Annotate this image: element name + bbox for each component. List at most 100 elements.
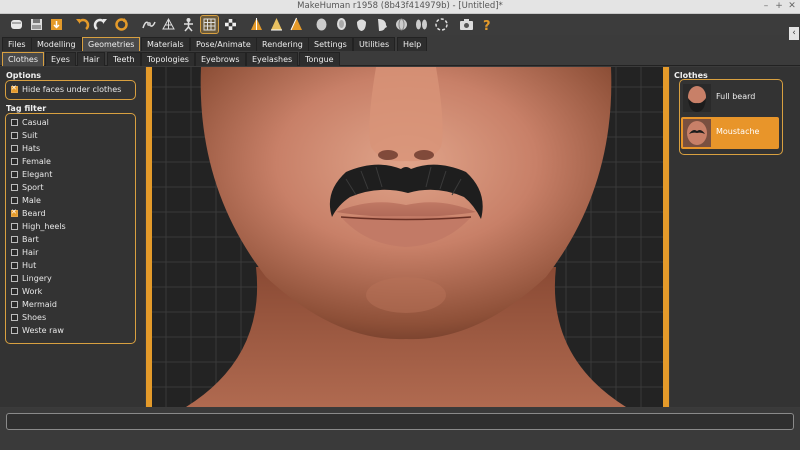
tab-tongue[interactable]: Tongue [299,52,340,66]
window-title: MakeHuman r1958 (8b43f414979b) - [Untitl… [297,1,503,11]
tag-checkbox-female[interactable]: Female [11,156,51,168]
checkbox-icon [11,132,18,139]
full-beard-label: Full beard [716,92,756,101]
grid-icon[interactable] [200,15,219,34]
export-icon[interactable] [48,16,65,33]
tag-checkbox-elegant[interactable]: Elegant [11,169,52,181]
tag-checkbox-hut[interactable]: Hut [11,260,36,272]
scroll-thumb[interactable] [146,71,152,403]
tab-eyebrows[interactable]: Eyebrows [195,52,246,66]
right-panel: Clothes Full beard Moustache [670,67,800,407]
tag-checkbox-lingery[interactable]: Lingery [11,273,52,285]
new-file-icon[interactable] [8,16,25,33]
checkbox-checked-icon [11,207,18,218]
symmetry-icon[interactable] [413,16,430,33]
head-icon[interactable] [333,16,350,33]
reset-camera-icon[interactable] [433,16,450,33]
tag-label: Elegant [22,170,53,179]
scroll-down-arrow[interactable] [146,403,152,407]
maximize-button[interactable]: + [774,1,784,11]
minimize-button[interactable]: – [761,1,771,11]
tag-checkbox-weste-raw[interactable]: Weste raw [11,325,64,337]
left-view-icon[interactable] [288,16,305,33]
tab-rendering[interactable]: Rendering [256,37,309,51]
left-panel: Options Hide faces under clothes Tag fil… [0,67,145,407]
tag-checkbox-bart[interactable]: Bart [11,234,39,246]
tag-label: Lingery [22,274,52,283]
tab-hair[interactable]: Hair [77,52,106,66]
tab-geometries[interactable]: Geometries [82,37,141,51]
3d-viewport[interactable] [146,67,669,407]
checkbox-icon [11,184,18,191]
tab-teeth[interactable]: Teeth [107,52,141,66]
profile-icon[interactable] [373,16,390,33]
reset-icon[interactable] [113,16,130,33]
tag-label: Sport [22,183,44,192]
global-icon[interactable] [393,16,410,33]
tab-materials[interactable]: Materials [141,37,190,51]
makehuman-window: MakeHuman r1958 (8b43f414979b) - [Untitl… [0,0,800,450]
help-icon[interactable]: ? [478,16,495,33]
skin-icon[interactable] [313,16,330,33]
tag-checkbox-work[interactable]: Work [11,286,42,298]
tab-utilities[interactable]: Utilities [353,37,396,51]
hide-faces-label: Hide faces under clothes [22,85,122,94]
wireframe-icon[interactable] [160,16,177,33]
tab-files[interactable]: Files [2,37,32,51]
scroll-down-arrow[interactable] [663,403,669,407]
tab-modelling[interactable]: Modelling [31,37,82,51]
tag-label: Suit [22,131,38,140]
tag-checkbox-high-heels[interactable]: High_heels [11,221,66,233]
checkbox-icon [11,236,18,243]
tab-eyelashes[interactable]: Eyelashes [246,52,299,66]
tag-label: Shoes [22,313,47,322]
tag-checkbox-shoes[interactable]: Shoes [11,312,46,324]
toolbar: ? [0,14,800,35]
tab-eyes[interactable]: Eyes [45,52,76,66]
tag-checkbox-suit[interactable]: Suit [11,130,38,142]
checkbox-icon [11,275,18,282]
tab-help[interactable]: Help [397,37,428,51]
viewport-right-scrollbar[interactable] [663,67,669,407]
tag-label: Beard [22,209,46,218]
viewport-left-scrollbar[interactable] [146,67,152,407]
checkbox-icon [11,301,18,308]
scroll-thumb[interactable] [663,71,669,403]
tag-label: Hair [22,248,39,257]
screenshot-icon[interactable] [458,16,475,33]
tag-label: High_heels [22,222,66,231]
clothes-item-moustache[interactable]: Moustache [681,117,779,149]
tag-checkbox-casual[interactable]: Casual [11,117,49,129]
save-icon[interactable] [28,16,45,33]
tab-pose-animate[interactable]: Pose/Animate [190,37,257,51]
checkbox-icon [11,223,18,230]
tag-label: Mermaid [22,300,57,309]
tag-checkbox-beard[interactable]: Beard [11,207,46,220]
collapse-arrow-icon[interactable]: ‹ [789,27,799,40]
tab-settings[interactable]: Settings [308,37,353,51]
face-icon[interactable] [353,16,370,33]
tag-checkbox-hair[interactable]: Hair [11,247,38,259]
options-group: Hide faces under clothes [5,80,136,100]
tag-checkbox-hats[interactable]: Hats [11,143,40,155]
front-view-icon[interactable] [248,16,265,33]
back-view-icon[interactable] [268,16,285,33]
clothes-item-full-beard[interactable]: Full beard [681,82,779,114]
smooth-icon[interactable] [140,16,157,33]
tag-checkbox-sport[interactable]: Sport [11,182,43,194]
hide-faces-checkbox[interactable]: Hide faces under clothes [11,83,122,96]
checkbox-icon [11,288,18,295]
pose-icon[interactable] [180,16,197,33]
tab-clothes[interactable]: Clothes [2,52,44,66]
tag-label: Bart [22,235,39,244]
tag-checkbox-mermaid[interactable]: Mermaid [11,299,57,311]
tag-checkbox-male[interactable]: Male [11,195,41,207]
undo-icon[interactable] [73,16,90,33]
checker-icon[interactable] [222,16,239,33]
tab-topologies[interactable]: Topologies [141,52,195,66]
checkbox-icon [11,171,18,178]
redo-icon[interactable] [93,16,110,33]
checkbox-icon [11,262,18,269]
tag-label: Hats [22,144,41,153]
close-button[interactable]: ✕ [787,1,797,11]
